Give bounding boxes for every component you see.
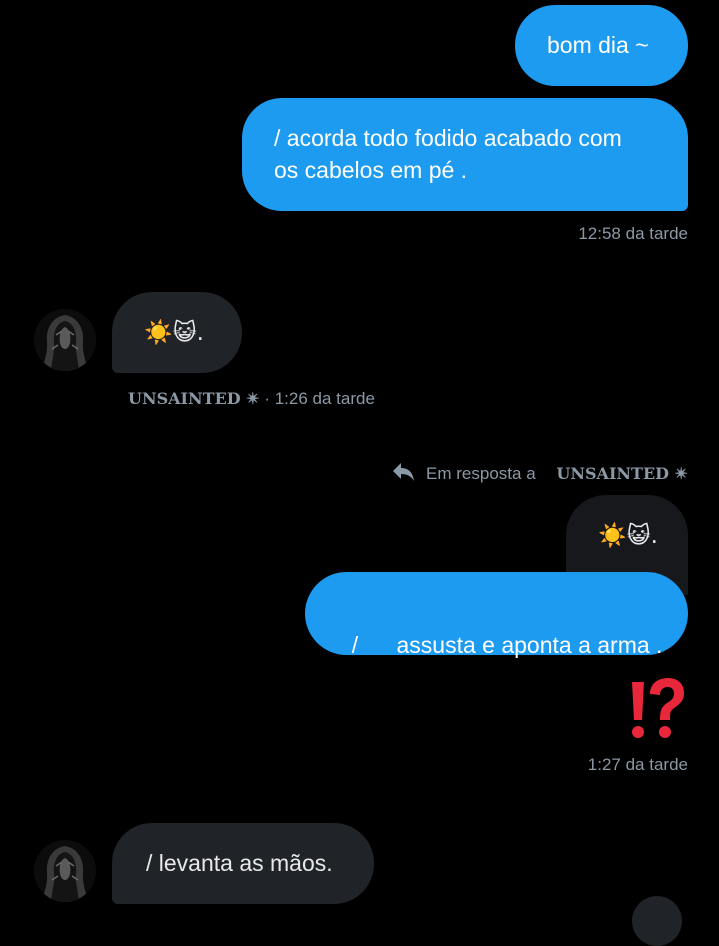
timestamp: 12:58 da tarde xyxy=(578,224,688,243)
message-text: bom dia ~ xyxy=(547,32,649,58)
sender-name[interactable]: UNSAINTED ✴ xyxy=(128,389,260,408)
message-bubble-bom-dia[interactable]: bom dia ~ xyxy=(515,5,688,86)
timestamp: 1:27 da tarde xyxy=(587,755,688,774)
interrobang-emoji[interactable] xyxy=(626,676,686,742)
message-text: / levanta as mãos. xyxy=(146,850,333,876)
message-text: ☀️😺. xyxy=(144,320,204,346)
sender-info: UNSAINTED ✴ · 1:26 da tarde xyxy=(128,389,375,409)
message-bubble-assusta[interactable]: / assusta e aponta a arma . xyxy=(305,572,688,658)
hooded-figure-avatar-image xyxy=(34,840,96,902)
sender-avatar[interactable] xyxy=(34,840,96,902)
message-text: / assusta e aponta a arma . xyxy=(351,632,663,658)
reply-target-name[interactable]: UNSAINTED ✴ xyxy=(556,464,688,483)
reply-label: Em resposta a xyxy=(426,464,536,483)
reply-header: Em resposta a UNSAINTED ✴ xyxy=(391,461,688,488)
hooded-figure-avatar-image xyxy=(34,309,96,371)
message-bubble-acorda[interactable]: / acorda todo fodido acabado com os cabe… xyxy=(242,98,688,211)
sender-time: · 1:26 da tarde xyxy=(264,389,375,408)
quoted-text: ☀️😺. xyxy=(598,523,658,549)
message-text-line-2: os cabelos em pé . xyxy=(274,157,468,183)
reply-arrow-icon xyxy=(391,461,415,488)
message-text-line-1: / acorda todo fodido acabado com xyxy=(274,125,622,151)
sender-avatar[interactable] xyxy=(34,309,96,371)
message-bubble-levanta[interactable]: / levanta as mãos. xyxy=(112,823,374,904)
scroll-to-bottom-button[interactable] xyxy=(632,896,682,946)
message-bubble-emoji[interactable]: ☀️😺. xyxy=(112,292,242,373)
